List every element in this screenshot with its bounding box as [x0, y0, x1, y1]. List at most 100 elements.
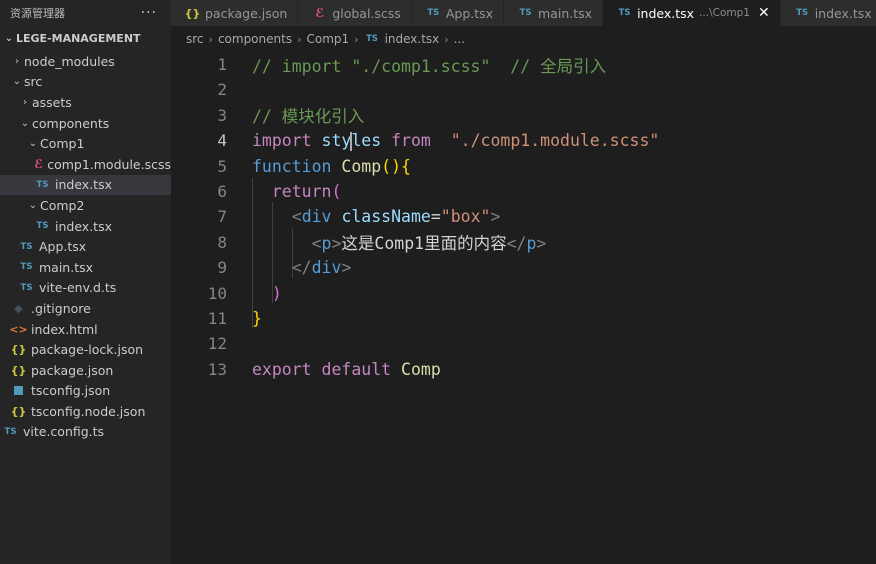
tree-item-label: vite.config.ts — [23, 424, 105, 440]
breadcrumb-symbols[interactable]: ... — [454, 32, 465, 46]
workspace-root-label: LEGE-MANAGEMENT — [16, 31, 141, 45]
tree-file-item[interactable]: TS index.tsx — [0, 174, 171, 196]
tree-file-item[interactable]: TS main.tsx — [0, 257, 171, 278]
line-number: 3 — [217, 105, 227, 125]
tree-item-label: index.html — [31, 321, 98, 337]
more-actions-icon[interactable]: ··· — [141, 5, 157, 21]
tree-file-item[interactable]: TS App.tsx — [0, 236, 171, 257]
line-number: 11 — [207, 309, 227, 328]
line-number: 5 — [217, 156, 227, 176]
tree-file-item[interactable]: {} package.json — [0, 360, 171, 381]
code-token: ( — [331, 182, 342, 201]
code-line: 4 import styles from "./comp1.module.scss… — [171, 128, 876, 153]
tree-folder-item[interactable]: › assets — [0, 92, 171, 113]
breadcrumb-item[interactable]: Comp1 — [306, 32, 349, 46]
typescript-file-icon: TS — [36, 221, 49, 232]
tree-file-item[interactable]: ℰcomp1.module.scss — [0, 154, 171, 175]
code-line: 8 <p>这是Comp1里面的内容</p> — [171, 230, 876, 255]
explorer-title: 资源管理器 — [10, 6, 65, 20]
editor-tab[interactable]: TS main.tsx — [504, 0, 604, 26]
line-number: 1 — [217, 55, 227, 74]
code-token: p — [321, 234, 332, 254]
code-line: 9 </div> — [171, 255, 876, 280]
tree-file-item[interactable]: {} tsconfig.node.json — [0, 401, 171, 422]
tree-item-label: tsconfig.node.json — [31, 403, 146, 419]
tree-file-item[interactable]: TS vite.config.ts — [0, 422, 171, 443]
tree-file-item[interactable]: TS vite-env.d.ts — [0, 278, 171, 299]
chevron-right-icon: › — [444, 32, 449, 46]
tree-file-item[interactable]: {} package-lock.json — [0, 339, 171, 360]
tree-item-label: index.tsx — [55, 177, 112, 193]
editor-tab[interactable]: TS index.tsx ...\Comp1 ✕ — [603, 0, 781, 26]
tab-label: main.tsx — [538, 5, 593, 21]
code-editor[interactable]: 1 // import "./comp1.scss" // 全局引入 2 3 // 模块… — [171, 52, 876, 564]
editor-tab[interactable]: {} package.json — [171, 0, 299, 26]
typescript-file-icon: TS — [20, 262, 33, 273]
code-token: Comp — [401, 359, 441, 379]
code-token: function — [252, 156, 332, 176]
breadcrumb-file[interactable]: index.tsx — [385, 32, 440, 46]
code-text: // 模块化引入 — [252, 103, 364, 127]
breadcrumb-item[interactable]: components — [218, 32, 292, 46]
editor-tab[interactable]: ℰglobal.scss — [298, 0, 412, 26]
code-token: Comp — [341, 156, 382, 176]
code-token: "./comp1.module.scss" — [450, 130, 660, 150]
line-number: 8 — [217, 232, 227, 252]
workspace-root[interactable]: ⌄ LEGE-MANAGEMENT — [0, 25, 171, 51]
code-token: > — [536, 234, 547, 254]
code-token: </ — [291, 258, 312, 278]
code-token: div — [301, 207, 332, 227]
code-token: default — [321, 359, 392, 379]
code-token: > — [490, 207, 501, 227]
editor-tab[interactable]: TS App.tsx — [411, 0, 505, 26]
line-number: 12 — [207, 334, 227, 354]
tree-file-item[interactable]: tsconfig.json — [0, 381, 171, 402]
json-file-icon: {} — [10, 404, 27, 418]
json-file-icon: {} — [184, 6, 201, 20]
tree-item-label: package.json — [31, 362, 114, 378]
tree-folder-item[interactable]: ⌄ Comp2 — [0, 195, 171, 216]
tree-item-label: node_modules — [24, 53, 115, 69]
typescript-file-icon: TS — [366, 34, 379, 44]
code-token: < — [311, 234, 322, 254]
tree-item-label: main.tsx — [39, 259, 94, 275]
code-token: // import "./comp1.scss" // 全局引入 — [252, 56, 607, 76]
tree-folder-item[interactable]: ⌄ src — [0, 72, 171, 93]
chevron-down-icon: ⌄ — [28, 199, 38, 211]
typescript-file-icon: TS — [618, 8, 631, 18]
code-line: 11} — [171, 306, 876, 331]
typescript-file-icon: TS — [36, 179, 49, 190]
code-token: sty — [321, 130, 352, 150]
code-token: "box" — [440, 207, 491, 227]
tree-file-item[interactable]: ◆ .gitignore — [0, 298, 171, 319]
code-token: </ — [506, 234, 527, 254]
code-text: } — [252, 309, 262, 328]
tree-file-item[interactable]: TS index.tsx — [0, 216, 171, 237]
explorer-header: 资源管理器 ··· — [0, 0, 171, 25]
close-icon[interactable]: ✕ — [758, 5, 770, 21]
typescript-file-icon: TS — [796, 8, 809, 18]
code-line: 13 export default Comp — [171, 357, 876, 382]
editor-tab[interactable]: TS index.tsx — [780, 0, 876, 26]
tree-folder-item[interactable]: › node_modules — [0, 51, 171, 72]
breadcrumb-item[interactable]: src — [186, 32, 204, 46]
typescript-file-icon: TS — [20, 282, 33, 293]
scss-file-icon: ℰ — [34, 157, 43, 172]
tree-folder-item[interactable]: ⌄ components — [0, 113, 171, 134]
tree-folder-item[interactable]: ⌄ Comp1 — [0, 133, 171, 154]
tree-item-label: package-lock.json — [31, 342, 144, 358]
code-text: <p>这是Comp1里面的内容</p> — [252, 230, 547, 254]
line-number: 7 — [217, 207, 227, 227]
code-text: export default Comp — [252, 360, 441, 379]
tree-file-item[interactable]: <> index.html — [0, 319, 171, 340]
code-token: 这是Comp1里面的内容 — [341, 234, 507, 254]
code-token: div — [311, 258, 342, 278]
code-token: p — [526, 234, 537, 254]
typescript-file-icon: TS — [4, 426, 17, 437]
